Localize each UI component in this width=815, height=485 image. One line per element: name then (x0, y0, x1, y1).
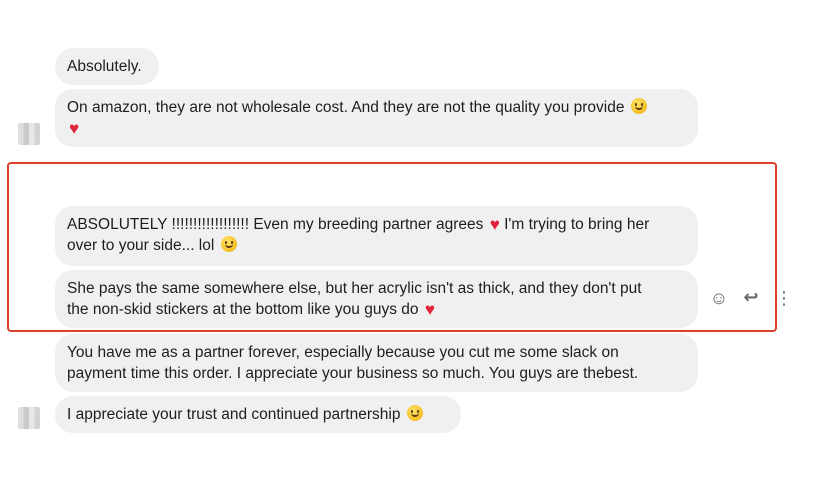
smile-emoji-icon (406, 405, 423, 421)
smile-emoji-icon (630, 98, 647, 114)
message-bubble[interactable]: On amazon, they are not wholesale cost. … (55, 89, 698, 147)
avatar[interactable] (18, 123, 40, 145)
message-bubble[interactable]: ABSOLUTELY !!!!!!!!!!!!!!!!!! Even my br… (55, 206, 698, 266)
message-text-cont: payment time this order. I appreciate yo… (67, 365, 639, 382)
heart-emoji-icon: ♥ (69, 119, 80, 138)
message-text: She pays the same somewhere else, but he… (67, 280, 642, 297)
message-text-cont: I'm trying to bring her (504, 216, 650, 233)
more-icon[interactable]: ⋮ (775, 289, 793, 309)
heart-emoji-icon: ♥ (424, 300, 435, 319)
message-text: You have me as a partner forever, especi… (67, 344, 619, 361)
message-text: I appreciate your trust and continued pa… (67, 406, 401, 423)
message-text: On amazon, they are not wholesale cost. … (67, 99, 625, 116)
message-bubble[interactable]: I appreciate your trust and continued pa… (55, 396, 461, 433)
message-text: Absolutely. (67, 58, 142, 75)
smiley-icon[interactable]: ☺ (709, 289, 729, 309)
message-bubble[interactable]: Absolutely. (55, 48, 159, 85)
heart-emoji-icon: ♥ (489, 215, 500, 234)
avatar[interactable] (18, 407, 40, 429)
message-text-cont: the non-skid stickers at the bottom like… (67, 301, 419, 318)
message-bubble[interactable]: She pays the same somewhere else, but he… (55, 270, 698, 328)
smile-emoji-icon (220, 236, 237, 252)
message-text-cont: over to your side... lol (67, 237, 215, 254)
message-bubble[interactable]: You have me as a partner forever, especi… (55, 334, 698, 392)
reply-icon[interactable]: ↩ (740, 288, 762, 308)
message-text: ABSOLUTELY !!!!!!!!!!!!!!!!!! Even my br… (67, 216, 484, 233)
